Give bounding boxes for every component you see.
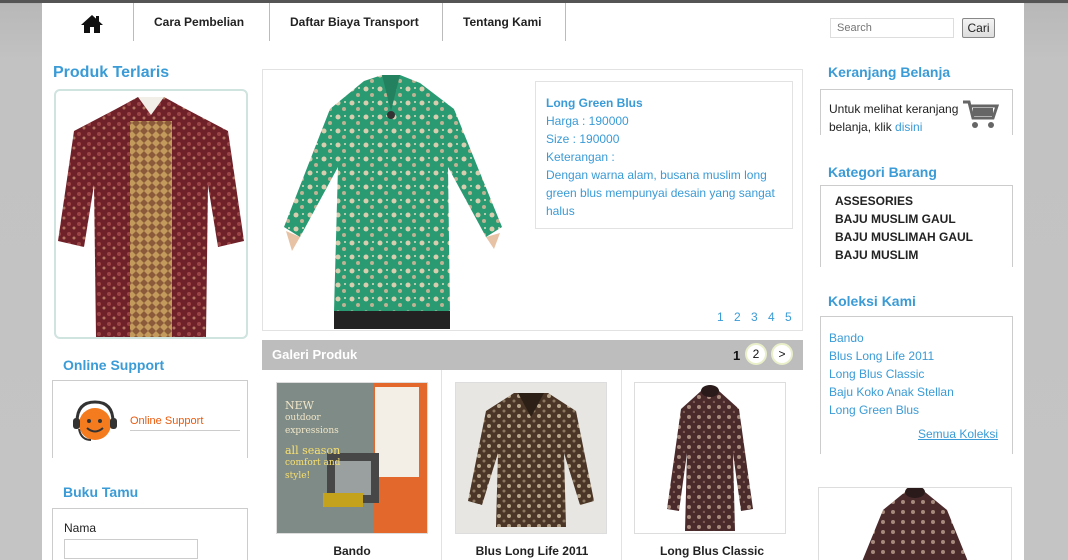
collection-item[interactable]: Long Blus Classic <box>829 365 1012 383</box>
online-support-box: Online Support <box>52 380 248 458</box>
cart-link[interactable]: disini <box>895 120 922 134</box>
bestseller-product-image[interactable] <box>54 89 248 339</box>
gallery-page-2-button[interactable]: 2 <box>745 343 767 365</box>
batik-blouse-image <box>819 488 1011 560</box>
bando-ad-text: NEW outdoor expressions all season comfo… <box>285 399 365 483</box>
bando-ad-line: NEW <box>285 399 314 412</box>
gallery-caption-long-blus-classic[interactable]: Long Blus Classic <box>622 544 802 558</box>
nav-divider <box>133 3 134 41</box>
featured-product-title[interactable]: Long Green Blus <box>546 94 782 112</box>
collection-item[interactable]: Baju Koko Anak Stellan <box>829 383 1012 401</box>
headset-support-icon[interactable] <box>69 396 129 446</box>
category-item[interactable]: BAJU MUSLIMAH GAUL <box>835 228 1012 246</box>
slider-page-5[interactable]: 5 <box>785 310 802 324</box>
featured-product-info: Long Green Blus Harga : 190000 Size : 19… <box>535 81 793 229</box>
blus-long-life-image <box>456 383 606 533</box>
gallery-next-button[interactable]: > <box>771 343 793 365</box>
category-item[interactable]: ASSESORIES <box>835 192 1012 210</box>
gallery-caption-bando[interactable]: Bando <box>262 544 442 558</box>
nav-divider <box>565 3 566 41</box>
collection-item[interactable]: Bando <box>829 329 1012 347</box>
search-button[interactable]: Cari <box>962 18 995 38</box>
bando-ad-line: all season <box>285 444 341 457</box>
bando-ad-line: outdoor expressions <box>285 413 339 436</box>
cart-box: Untuk melihat keranjang belanja, klik di… <box>820 89 1013 135</box>
top-navigation: Cara Pembelian Daftar Biaya Transport Te… <box>42 3 1024 43</box>
featured-product-size: Size : 190000 <box>546 132 620 146</box>
guestbook-heading: Buku Tamu <box>63 484 139 500</box>
slider-page-4[interactable]: 4 <box>768 310 785 324</box>
category-list: ASSESORIES BAJU MUSLIM GAUL BAJU MUSLIMA… <box>820 185 1013 267</box>
featured-product-slider: Long Green Blus Harga : 190000 Size : 19… <box>262 69 803 331</box>
featured-product-price: Harga : 190000 <box>546 114 629 128</box>
search-input[interactable] <box>830 18 954 38</box>
collection-list: Bando Blus Long Life 2011 Long Blus Clas… <box>820 316 1013 454</box>
featured-product-desc-label: Keterangan : <box>546 150 615 164</box>
online-support-badge[interactable]: Online Support <box>130 415 203 427</box>
long-blus-classic-image <box>635 383 785 533</box>
nav-divider <box>269 3 270 41</box>
gallery-item-blus-long-life[interactable]: Blus Long Life 2011 <box>442 370 622 560</box>
gallery-image-long-blus-classic[interactable] <box>634 382 786 534</box>
gallery-image-blus-long-life[interactable] <box>455 382 607 534</box>
page-container: Cara Pembelian Daftar Biaya Transport Te… <box>42 3 1024 560</box>
gallery-image-bando[interactable]: NEW outdoor expressions all season comfo… <box>276 382 428 534</box>
guestbook-name-input[interactable] <box>64 539 198 559</box>
bestseller-heading: Produk Terlaris <box>53 64 170 81</box>
cart-text: Untuk melihat keranjang belanja, klik di… <box>829 100 969 136</box>
gallery-item-bando[interactable]: NEW outdoor expressions all season comfo… <box>262 370 442 560</box>
featured-product-image[interactable] <box>264 71 524 329</box>
gallery-header: Galeri Produk <box>262 340 803 370</box>
shopping-cart-icon[interactable] <box>961 98 999 130</box>
collection-item[interactable]: Long Green Blus <box>829 401 1012 419</box>
category-heading: Kategori Barang <box>828 164 937 180</box>
featured-product-description: Dengan warna alam, busana muslim long gr… <box>546 168 775 218</box>
category-item[interactable]: BAJU MUSLIM GAUL <box>835 210 1012 228</box>
slider-page-2[interactable]: 2 <box>734 310 751 324</box>
slider-page-1[interactable]: 1 <box>717 310 734 324</box>
gallery-title: Galeri Produk <box>272 347 358 362</box>
category-item[interactable]: BAJU MUSLIM <box>835 246 1012 264</box>
gallery-caption-blus-long-life[interactable]: Blus Long Life 2011 <box>442 544 622 558</box>
all-collections-link[interactable]: Semua Koleksi <box>918 427 998 441</box>
collection-item[interactable]: Blus Long Life 2011 <box>829 347 1012 365</box>
nav-tentang-kami[interactable]: Tentang Kami <box>463 15 541 29</box>
guestbook-name-label: Nama <box>64 521 97 535</box>
nav-divider <box>442 3 443 41</box>
bando-ad-line: comfort and style! <box>285 458 341 481</box>
batik-shirt-image <box>58 97 244 337</box>
collection-heading: Koleksi Kami <box>828 293 916 309</box>
slider-pager: 12345 <box>717 310 802 324</box>
online-support-heading: Online Support <box>63 357 165 373</box>
cart-description: Untuk melihat keranjang belanja, klik <box>829 102 959 134</box>
gallery-page-current: 1 <box>733 348 741 363</box>
cart-heading: Keranjang Belanja <box>828 64 951 80</box>
gallery-item-long-blus-classic[interactable]: Long Blus Classic <box>622 370 803 560</box>
right-promo-image[interactable] <box>818 487 1012 560</box>
home-icon[interactable] <box>78 13 106 35</box>
nav-daftar-biaya-transport[interactable]: Daftar Biaya Transport <box>290 15 419 29</box>
slider-page-3[interactable]: 3 <box>751 310 768 324</box>
guestbook-form: Nama <box>52 508 248 560</box>
nav-cara-pembelian[interactable]: Cara Pembelian <box>154 15 244 29</box>
support-underline <box>130 430 240 431</box>
